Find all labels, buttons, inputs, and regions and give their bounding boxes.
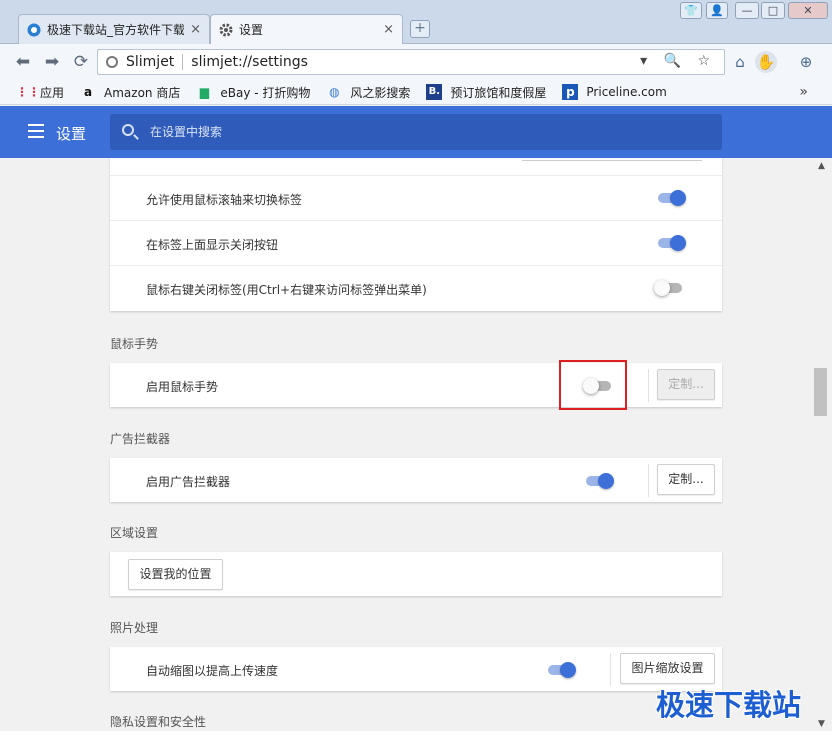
bookmark-amazon[interactable]: a Amazon 商店 — [80, 84, 180, 101]
wheel-switch-tab-toggle[interactable] — [656, 190, 686, 206]
back-button[interactable]: ⬅ — [12, 52, 34, 72]
set-location-button[interactable]: 设置我的位置 — [128, 559, 223, 590]
watermark-logo: 极速下载站 — [656, 688, 802, 722]
list-item: 在标签上面显示关闭按钮 — [110, 221, 722, 266]
apps-grid-icon: ⋮⋮ — [16, 85, 40, 99]
bookmark-label: 风之影搜索 — [350, 85, 411, 100]
setting-label: 在标签上面显示关闭按钮 — [146, 238, 279, 252]
tab-settings[interactable]: 设置 × — [210, 14, 403, 44]
divider — [522, 160, 702, 161]
setting-label: 鼠标右键关闭标签(用Ctrl+右键来访问标签弹出菜单) — [146, 283, 427, 297]
search-icon — [122, 124, 134, 136]
bookmark-apps[interactable]: ⋮⋮ 应用 — [16, 84, 64, 101]
close-window-button[interactable]: ✕ — [788, 2, 828, 19]
bookmark-label: eBay - 打折购物 — [220, 85, 311, 100]
ad-blocker-customize-button[interactable]: 定制... — [657, 464, 715, 495]
reload-button[interactable]: ⟳ — [70, 52, 92, 72]
divider — [648, 369, 649, 402]
globe-icon: ◍ — [329, 85, 340, 99]
address-bar[interactable]: Slimjet slimjet://settings ▾ 🔍 ☆ — [97, 49, 725, 75]
site-name: Slimjet — [126, 54, 184, 70]
mouse-gestures-customize-button[interactable]: 定制... — [657, 369, 715, 400]
scroll-down-icon[interactable]: ▼ — [818, 719, 825, 729]
globe-menu-icon[interactable]: ⊕ — [795, 51, 817, 73]
section-title-ad-blocker: 广告拦截器 — [110, 432, 171, 446]
title-bar: 极速下载站_官方软件下载 × 设置 × + 👕 👤 — □ ✕ — [0, 0, 832, 44]
settings-header: 设置 — [0, 106, 832, 158]
section-title-privacy: 隐私设置和安全性 — [110, 715, 207, 729]
section-title-photo: 照片处理 — [110, 621, 159, 635]
setting-label: 自动缩图以提高上传速度 — [146, 664, 279, 678]
list-item — [110, 158, 722, 176]
highlight-box — [559, 360, 627, 410]
scroll-up-icon[interactable]: ▲ — [818, 161, 825, 171]
search-input[interactable] — [150, 122, 710, 142]
bookmark-priceline[interactable]: p Priceline.com — [562, 84, 667, 100]
site-info-icon[interactable] — [106, 56, 118, 68]
settings-content: 允许使用鼠标滚轴来切换标签 在标签上面显示关闭按钮 鼠标右键关闭标签(用Ctrl… — [0, 158, 812, 731]
setting-label: 启用鼠标手势 — [146, 380, 219, 394]
auto-resize-photo-toggle[interactable] — [546, 662, 576, 678]
tab-close-icon[interactable]: × — [190, 22, 201, 37]
setting-label: 允许使用鼠标滚轴来切换标签 — [146, 193, 303, 207]
list-item: 鼠标右键关闭标签(用Ctrl+右键来访问标签弹出菜单) — [110, 266, 722, 311]
priceline-icon: p — [562, 84, 579, 100]
browser-toolbar: ⬅ ➡ ⟳ Slimjet slimjet://settings ▾ 🔍 ☆ ⌂… — [0, 44, 832, 80]
bookmarks-more-icon[interactable]: » — [799, 84, 808, 100]
forward-button[interactable]: ➡ — [41, 52, 63, 72]
booking-icon: B. — [426, 84, 443, 100]
bookmark-label: 预订旅馆和度假屋 — [450, 85, 547, 100]
tab-title: 设置 — [239, 23, 264, 37]
divider — [610, 653, 611, 686]
bookmark-label: Amazon 商店 — [104, 85, 181, 100]
tab-jisu-download[interactable]: 极速下载站_官方软件下载 × — [18, 14, 210, 44]
home-icon[interactable]: ⌂ — [729, 51, 751, 73]
image-resize-settings-button[interactable]: 图片缩放设置 — [620, 653, 715, 684]
bookmarks-bar: ⋮⋮ 应用 a Amazon 商店 ▆ eBay - 打折购物 ◍ 风之影搜索 … — [0, 80, 832, 105]
new-tab-button[interactable]: + — [410, 20, 430, 38]
bookmark-label: Priceline.com — [586, 85, 667, 99]
tab-title: 极速下载站_官方软件下载 — [47, 23, 185, 37]
section-title-region: 区域设置 — [110, 526, 159, 540]
gear-icon — [219, 23, 233, 36]
omnibox-actions-icon[interactable]: ▾ 🔍 ☆ — [640, 53, 716, 69]
settings-search — [110, 114, 722, 150]
user-button[interactable]: 👤 — [706, 2, 728, 19]
ad-blocker-toggle[interactable] — [584, 473, 614, 489]
photo-card: 自动缩图以提高上传速度 图片缩放设置 — [110, 647, 722, 691]
minimize-button[interactable]: — — [735, 2, 759, 19]
page-title: 设置 — [56, 125, 87, 143]
show-close-button-toggle[interactable] — [656, 235, 686, 251]
scroll-thumb[interactable] — [814, 368, 827, 416]
ebay-bag-icon: ▆ — [199, 85, 209, 99]
vertical-scrollbar[interactable]: ▲ ▼ — [812, 158, 832, 731]
maximize-button[interactable]: □ — [761, 2, 785, 19]
bookmark-booking[interactable]: B. 预订旅馆和度假屋 — [426, 84, 546, 101]
bookmark-ebay[interactable]: ▆ eBay - 打折购物 — [196, 84, 311, 101]
ad-blocker-card: 启用广告拦截器 定制... — [110, 458, 722, 502]
region-card: 设置我的位置 — [110, 552, 722, 596]
right-click-close-tab-toggle[interactable] — [654, 280, 682, 296]
tab-settings-card: 允许使用鼠标滚轴来切换标签 在标签上面显示关闭按钮 鼠标右键关闭标签(用Ctrl… — [110, 158, 722, 311]
amazon-icon: a — [83, 85, 93, 99]
skin-button[interactable]: 👕 — [680, 2, 702, 19]
bookmark-fengzhiying[interactable]: ◍ 风之影搜索 — [326, 84, 410, 101]
tab-close-icon[interactable]: × — [383, 22, 394, 37]
list-item: 允许使用鼠标滚轴来切换标签 — [110, 176, 722, 221]
divider — [648, 464, 649, 497]
bookmark-label: 应用 — [40, 85, 65, 100]
section-title-mouse-gestures: 鼠标手势 — [110, 337, 159, 351]
setting-label: 启用广告拦截器 — [146, 475, 231, 489]
hand-icon[interactable]: ✋ — [755, 51, 777, 73]
site-favicon-icon — [27, 23, 41, 36]
mouse-gestures-card: 启用鼠标手势 定制... — [110, 363, 722, 407]
hamburger-menu-icon[interactable] — [28, 124, 44, 138]
